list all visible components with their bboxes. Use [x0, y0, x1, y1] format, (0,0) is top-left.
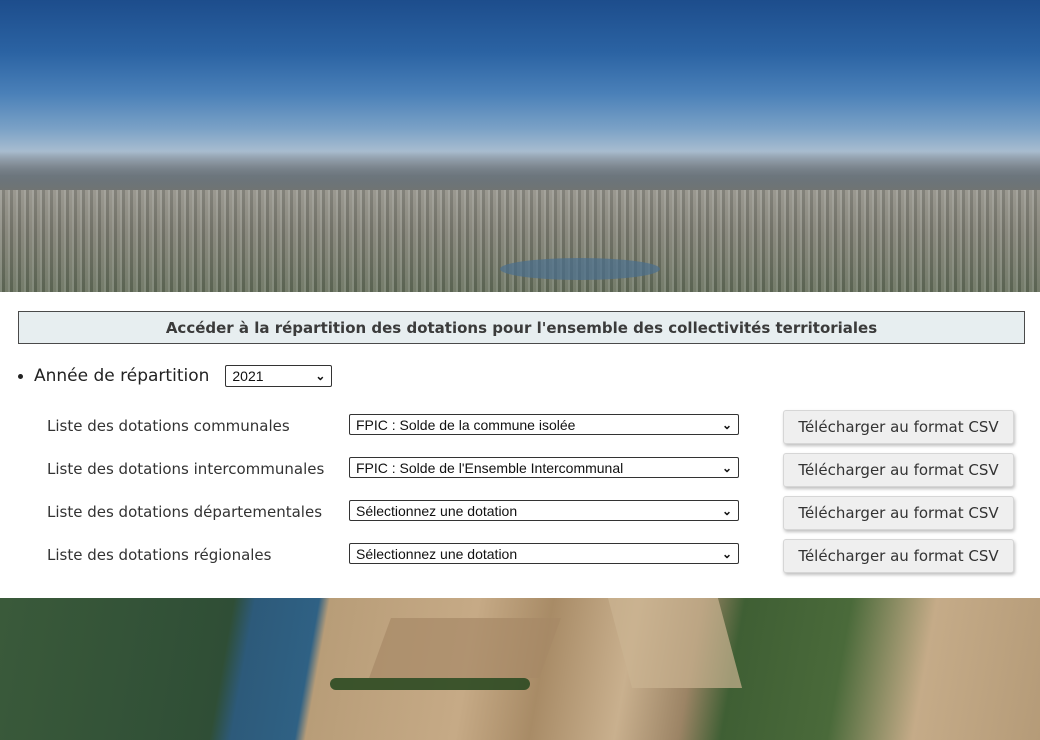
chevron-down-icon: ⌄ [721, 460, 732, 475]
bullet-icon [18, 373, 23, 379]
chevron-down-icon: ⌄ [721, 417, 732, 432]
horizon-haze [0, 150, 1040, 190]
aerial-photo-bottom [0, 598, 1040, 740]
panel-title: Accéder à la répartition des dotations p… [18, 311, 1025, 344]
row-label: Liste des dotations régionales [47, 546, 272, 564]
row-communales: Liste des dotations communales FPIC : So… [47, 410, 1027, 444]
select-value: FPIC : Solde de l'Ensemble Intercommunal [356, 459, 624, 476]
dotation-select-regionales[interactable]: Sélectionnez une dotation ⌄ [349, 543, 739, 564]
year-select[interactable]: 2021 ⌄ [225, 365, 333, 387]
download-csv-button[interactable]: Télécharger au format CSV [783, 453, 1014, 487]
dotation-select-intercommunales[interactable]: FPIC : Solde de l'Ensemble Intercommunal… [349, 457, 739, 478]
row-label: Liste des dotations intercommunales [47, 460, 325, 478]
field [369, 618, 561, 678]
city-landscape [0, 190, 1040, 292]
row-label: Liste des dotations départementales [47, 503, 323, 521]
field [607, 598, 743, 688]
tree-line [330, 678, 530, 690]
year-select-value: 2021 [232, 368, 264, 384]
chevron-down-icon: ⌄ [721, 546, 732, 561]
select-value: FPIC : Solde de la commune isolée [356, 416, 576, 433]
dotation-select-communales[interactable]: FPIC : Solde de la commune isolée ⌄ [349, 414, 739, 435]
chevron-down-icon: ⌄ [315, 369, 326, 383]
dotations-panel: Accéder à la répartition des dotations p… [0, 292, 1040, 598]
select-value: Sélectionnez une dotation [356, 502, 518, 519]
row-label: Liste des dotations communales [47, 417, 290, 435]
year-row: Année de répartition 2021 ⌄ [18, 364, 333, 388]
river [500, 258, 660, 280]
download-csv-button[interactable]: Télécharger au format CSV [783, 410, 1014, 444]
download-csv-button[interactable]: Télécharger au format CSV [783, 496, 1014, 530]
row-departementales: Liste des dotations départementales Séle… [47, 496, 1027, 530]
chevron-down-icon: ⌄ [721, 503, 732, 518]
download-csv-button[interactable]: Télécharger au format CSV [783, 539, 1014, 573]
dotation-select-departementales[interactable]: Sélectionnez une dotation ⌄ [349, 500, 739, 521]
row-regionales: Liste des dotations régionales Sélection… [47, 539, 1027, 573]
year-label: Année de répartition [34, 366, 210, 386]
row-intercommunales: Liste des dotations intercommunales FPIC… [47, 453, 1027, 487]
aerial-photo-top [0, 0, 1040, 292]
select-value: Sélectionnez une dotation [356, 545, 518, 562]
